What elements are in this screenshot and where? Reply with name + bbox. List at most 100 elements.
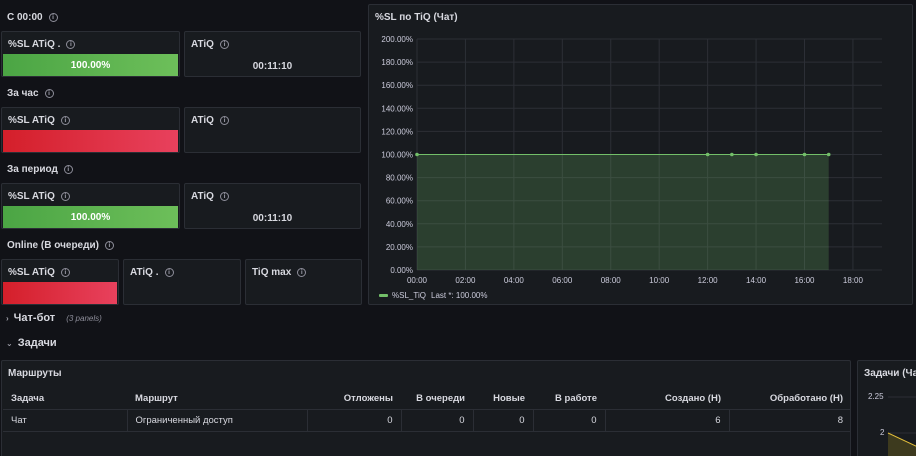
y-tick-label: 20.00%: [386, 243, 413, 252]
row-title-period: За период i: [7, 164, 73, 175]
panel-title: ATiQ: [191, 191, 214, 202]
panel-sl-atiq-online[interactable]: %SL ATiQ i: [1, 259, 119, 305]
panel-atiq-online[interactable]: ATiQ . i: [123, 259, 241, 305]
data-point: [705, 152, 710, 157]
y-tick-label: 100.00%: [381, 151, 413, 160]
sl-chart-svg: 0.00% 20.00% 40.00% 60.00% 80.00% 100.00% 120.…: [379, 35, 882, 300]
y-tick-label: 60.00%: [386, 197, 413, 206]
x-tick-label: 02:00: [455, 276, 476, 285]
table-cell: 0: [307, 409, 402, 432]
table-cell: 0: [473, 409, 534, 432]
panel-sl-by-tiq-chart[interactable]: %SL по TiQ (Чат) 0.00% 20.00% 40.00% 60.00%…: [368, 4, 913, 305]
panel-title: %SL ATiQ: [8, 267, 55, 278]
panel-title: TiQ max: [252, 267, 292, 278]
column-header[interactable]: Задача: [3, 389, 127, 410]
panel-title: %SL ATiQ: [8, 191, 55, 202]
x-tick-label: 18:00: [843, 276, 864, 285]
panel-tiq-max-online[interactable]: TiQ max i: [245, 259, 362, 305]
chevron-right-icon: ›: [6, 313, 9, 323]
section-tasks[interactable]: ⌄ Задачи: [6, 337, 57, 349]
y-tick-label: 140.00%: [381, 104, 413, 113]
x-tick-label: 14:00: [746, 276, 767, 285]
table-cell: 8: [729, 409, 851, 432]
column-header[interactable]: Создано (Н): [605, 389, 729, 410]
data-point: [826, 152, 831, 157]
x-tick-label: 10:00: [649, 276, 670, 285]
panel-sl-atiq-period[interactable]: %SL ATiQ i 100.00%: [1, 183, 180, 229]
sl-value-bar: 100.00%: [3, 54, 178, 76]
info-icon[interactable]: i: [164, 268, 174, 277]
column-header[interactable]: Маршрут: [127, 389, 307, 410]
sl-value-bar: [3, 130, 178, 152]
column-header[interactable]: Обработано (Н): [729, 389, 851, 410]
panel-title: ATiQ: [191, 115, 214, 126]
table-cell: 0: [533, 409, 606, 432]
panel-title: ATiQ .: [130, 267, 159, 278]
table-row[interactable]: Чат Ограниченный доступ 0 0 0 0 6 8: [3, 409, 851, 432]
row-title-online: Online (В очереди) i: [7, 240, 114, 251]
x-tick-label: 12:00: [698, 276, 719, 285]
y-tick-label: 180.00%: [381, 58, 413, 67]
table-cell: 6: [605, 409, 730, 432]
column-header[interactable]: В работе: [533, 389, 605, 410]
panel-routes-table[interactable]: Маршруты Задача Маршрут Отложены В очере…: [1, 360, 851, 456]
panel-atiq-hour[interactable]: ATiQ i: [184, 107, 361, 153]
data-point: [415, 152, 419, 157]
panel-title: ATiQ: [191, 39, 214, 50]
series-area: [417, 154, 829, 270]
y-tick-label: 120.00%: [381, 127, 413, 136]
info-icon[interactable]: i: [219, 192, 229, 201]
chevron-down-icon: ⌄: [6, 338, 13, 348]
x-tick-label: 08:00: [601, 276, 622, 285]
y-tick-label: 2: [880, 428, 885, 437]
x-tick-label: 00:00: [407, 276, 428, 285]
y-tick-label: 0.00%: [390, 266, 413, 275]
info-icon[interactable]: i: [60, 192, 70, 201]
panel-title: %SL ATiQ: [8, 115, 55, 126]
y-tick-label: 80.00%: [386, 174, 413, 183]
x-tick-label: 16:00: [794, 276, 815, 285]
panel-title: %SL ATiQ .: [8, 39, 61, 50]
sl-value-bar: [3, 282, 117, 304]
y-tick-label: 2.25: [868, 392, 884, 401]
table-cell: Ограниченный доступ: [127, 409, 308, 432]
panel-atiq-today[interactable]: ATiQ i 00:11:10: [184, 31, 361, 77]
info-icon[interactable]: i: [48, 13, 58, 22]
panel-atiq-period[interactable]: ATiQ i 00:11:10: [184, 183, 361, 229]
column-header[interactable]: Отложены: [307, 389, 401, 410]
table-header-row: Задача Маршрут Отложены В очереди Новые …: [3, 389, 851, 410]
table-cell: 0: [401, 409, 474, 432]
atiq-value: 00:11:10: [252, 61, 293, 72]
info-icon[interactable]: i: [219, 116, 229, 125]
data-point: [730, 152, 734, 157]
info-icon[interactable]: i: [297, 268, 307, 277]
y-tick-label: 40.00%: [386, 220, 413, 229]
x-tick-label: 04:00: [504, 276, 525, 285]
legend-swatch: [379, 294, 388, 297]
y-tick-label: 160.00%: [381, 81, 413, 90]
row-title-last-hour: За час i: [7, 88, 54, 99]
info-icon[interactable]: i: [219, 40, 229, 49]
tasks-chart-svg: 2.25 2: [868, 392, 916, 456]
row-title-since-midnight: С 00:00 i: [7, 12, 58, 23]
info-icon[interactable]: i: [63, 165, 73, 174]
y-tick-label: 200.00%: [381, 35, 413, 44]
table-cell: Чат: [3, 409, 128, 432]
atiq-value: 00:11:10: [252, 213, 293, 224]
info-icon[interactable]: i: [66, 40, 76, 49]
column-header[interactable]: Новые: [473, 389, 533, 410]
panel-tasks-chart[interactable]: Задачи (Ча 2.25 2: [857, 360, 916, 456]
info-icon[interactable]: i: [44, 89, 54, 98]
x-tick-label: 06:00: [552, 276, 573, 285]
data-point: [802, 152, 807, 157]
info-icon[interactable]: i: [60, 116, 70, 125]
section-chatbot[interactable]: › Чат-бот (3 panels): [6, 312, 102, 324]
panel-sl-atiq-hour[interactable]: %SL ATiQ i: [1, 107, 180, 153]
routes-table: Задача Маршрут Отложены В очереди Новые …: [3, 389, 851, 432]
panel-sl-atiq-today[interactable]: %SL ATiQ . i 100.00%: [1, 31, 180, 77]
info-icon[interactable]: i: [60, 268, 70, 277]
info-icon[interactable]: i: [104, 241, 114, 250]
sl-value-bar: 100.00%: [3, 206, 178, 228]
column-header[interactable]: В очереди: [401, 389, 473, 410]
legend-label: %SL_TiQ: [392, 291, 426, 300]
